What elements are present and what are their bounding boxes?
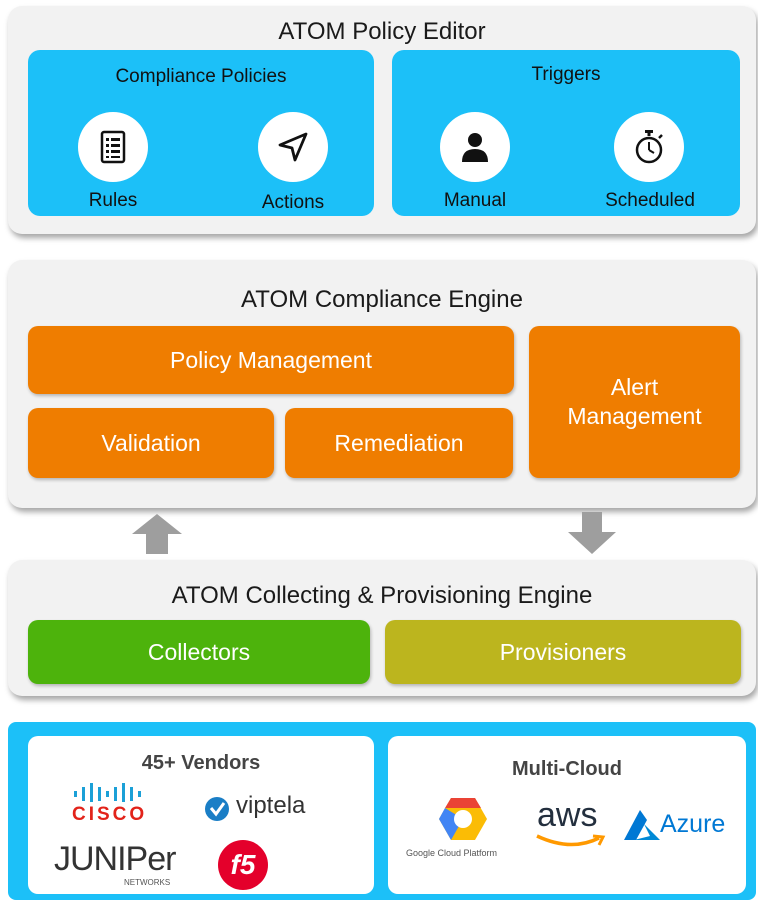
manual-label: Manual xyxy=(443,190,507,211)
juniper-subtitle: NETWORKS xyxy=(124,878,171,887)
integrations-panel: 45+ Vendors CISCO viptela JUNIPer NETWOR… xyxy=(8,722,756,900)
rules-button[interactable] xyxy=(78,112,148,182)
collectors-box[interactable]: Collectors xyxy=(28,620,370,684)
f5-wordmark: f5 xyxy=(230,849,256,880)
triggers-box: Triggers Manual Scheduled xyxy=(392,50,740,216)
aws-smile-icon xyxy=(536,834,606,847)
scheduled-trigger-button[interactable] xyxy=(614,112,684,182)
stopwatch-icon xyxy=(635,130,663,164)
policy-management-box[interactable]: Policy Management xyxy=(28,326,514,394)
scheduled-label: Scheduled xyxy=(605,190,695,211)
arrow-down-icon xyxy=(568,512,616,554)
viptela-wordmark: viptela xyxy=(236,792,306,819)
viptela-logo: viptela xyxy=(204,790,354,824)
alert-management-box[interactable]: Alert Management xyxy=(529,326,740,478)
google-cloud-logo: Google Cloud Platform xyxy=(406,796,526,866)
send-arrow-icon xyxy=(278,132,308,162)
remediation-box[interactable]: Remediation xyxy=(285,408,513,478)
alert-management-line2: Management xyxy=(567,403,702,429)
arrow-up-icon xyxy=(132,514,182,554)
aws-wordmark: aws xyxy=(537,796,598,834)
cisco-bars-icon xyxy=(74,783,141,802)
azure-logo: Azure xyxy=(620,806,740,846)
provisioners-box[interactable]: Provisioners xyxy=(385,620,741,684)
cisco-wordmark: CISCO xyxy=(72,804,148,825)
multicloud-title: Multi-Cloud xyxy=(512,758,622,780)
azure-wordmark: Azure xyxy=(660,810,726,838)
compliance-policies-box: Compliance Policies Rules Actions xyxy=(28,50,374,216)
person-icon xyxy=(462,133,488,162)
juniper-logo: JUNIPer NETWORKS xyxy=(54,840,194,890)
google-cloud-label: Google Cloud Platform xyxy=(406,848,498,858)
google-cloud-hexagon-icon xyxy=(439,798,487,840)
f5-logo: f5 xyxy=(218,840,268,890)
multicloud-box: Multi-Cloud Google Cloud Platform aws Az… xyxy=(388,736,746,894)
rules-label: Rules xyxy=(88,190,138,211)
viptela-check-icon xyxy=(205,797,229,821)
vendors-title: 45+ Vendors xyxy=(141,752,261,774)
policy-editor-panel: ATOM Policy Editor Compliance Policies R… xyxy=(8,6,756,234)
azure-a-icon xyxy=(624,810,660,840)
compliance-policies-title: Compliance Policies xyxy=(115,66,287,87)
policy-editor-title: ATOM Policy Editor xyxy=(278,18,486,45)
provisioning-engine-panel: ATOM Collecting & Provisioning Engine Co… xyxy=(8,560,756,696)
checklist-icon xyxy=(100,130,126,164)
juniper-wordmark: JUNIPer xyxy=(54,840,176,878)
triggers-title: Triggers xyxy=(531,64,601,85)
cisco-logo: CISCO xyxy=(72,782,172,832)
alert-management-line1: Alert xyxy=(610,374,659,401)
manual-trigger-button[interactable] xyxy=(440,112,510,182)
provisioning-engine-title: ATOM Collecting & Provisioning Engine xyxy=(171,582,593,609)
aws-logo: aws xyxy=(533,796,613,856)
actions-button[interactable] xyxy=(258,112,328,182)
actions-label: Actions xyxy=(261,192,325,213)
compliance-engine-panel: ATOM Compliance Engine Policy Management… xyxy=(8,260,756,508)
compliance-engine-title: ATOM Compliance Engine xyxy=(241,286,523,313)
validation-box[interactable]: Validation xyxy=(28,408,274,478)
vendors-box: 45+ Vendors CISCO viptela JUNIPer NETWOR… xyxy=(28,736,374,894)
